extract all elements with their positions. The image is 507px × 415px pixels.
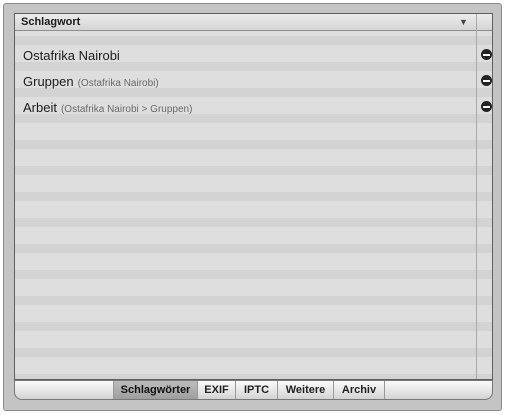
keyword-path: (Ostafrika Nairobi > Gruppen) [60,104,193,115]
keyword-path: (Ostafrika Nairobi) [77,78,159,89]
column-header-label: Schlagwort [21,16,81,28]
list-item[interactable]: Gruppen (Ostafrika Nairobi) [15,69,492,95]
tab-iptc[interactable]: IPTC [235,381,277,399]
keywords-inspector: Schlagwort ▼ Ostafrika Nairobi Gruppen (O… [3,3,502,411]
tab-weitere[interactable]: Weitere [277,381,333,399]
inspector-tab-bar: Schlagwörter EXIF IPTC Weitere Archiv [14,380,493,400]
keyword-name: Arbeit [23,100,57,115]
tab-exif[interactable]: EXIF [197,381,235,399]
keyword-name: Ostafrika Nairobi [23,48,120,63]
keyword-name: Gruppen [23,74,74,89]
list-item[interactable]: Arbeit (Ostafrika Nairobi > Gruppen) [15,95,492,121]
keyword-rows: Ostafrika Nairobi Gruppen (Ostafrika Nair… [15,43,492,121]
tab-schlagwoerter[interactable]: Schlagwörter [113,381,197,399]
sort-indicator-icon[interactable]: ▼ [459,16,468,28]
tab-archiv[interactable]: Archiv [333,381,385,399]
keyword-list: Schlagwort ▼ Ostafrika Nairobi Gruppen (O… [14,13,493,380]
minus-circle-icon[interactable] [481,101,492,112]
minus-circle-icon[interactable] [481,75,492,86]
column-header[interactable]: Schlagwort ▼ [15,14,492,31]
minus-circle-icon[interactable] [481,49,492,60]
list-item[interactable]: Ostafrika Nairobi [15,43,492,69]
